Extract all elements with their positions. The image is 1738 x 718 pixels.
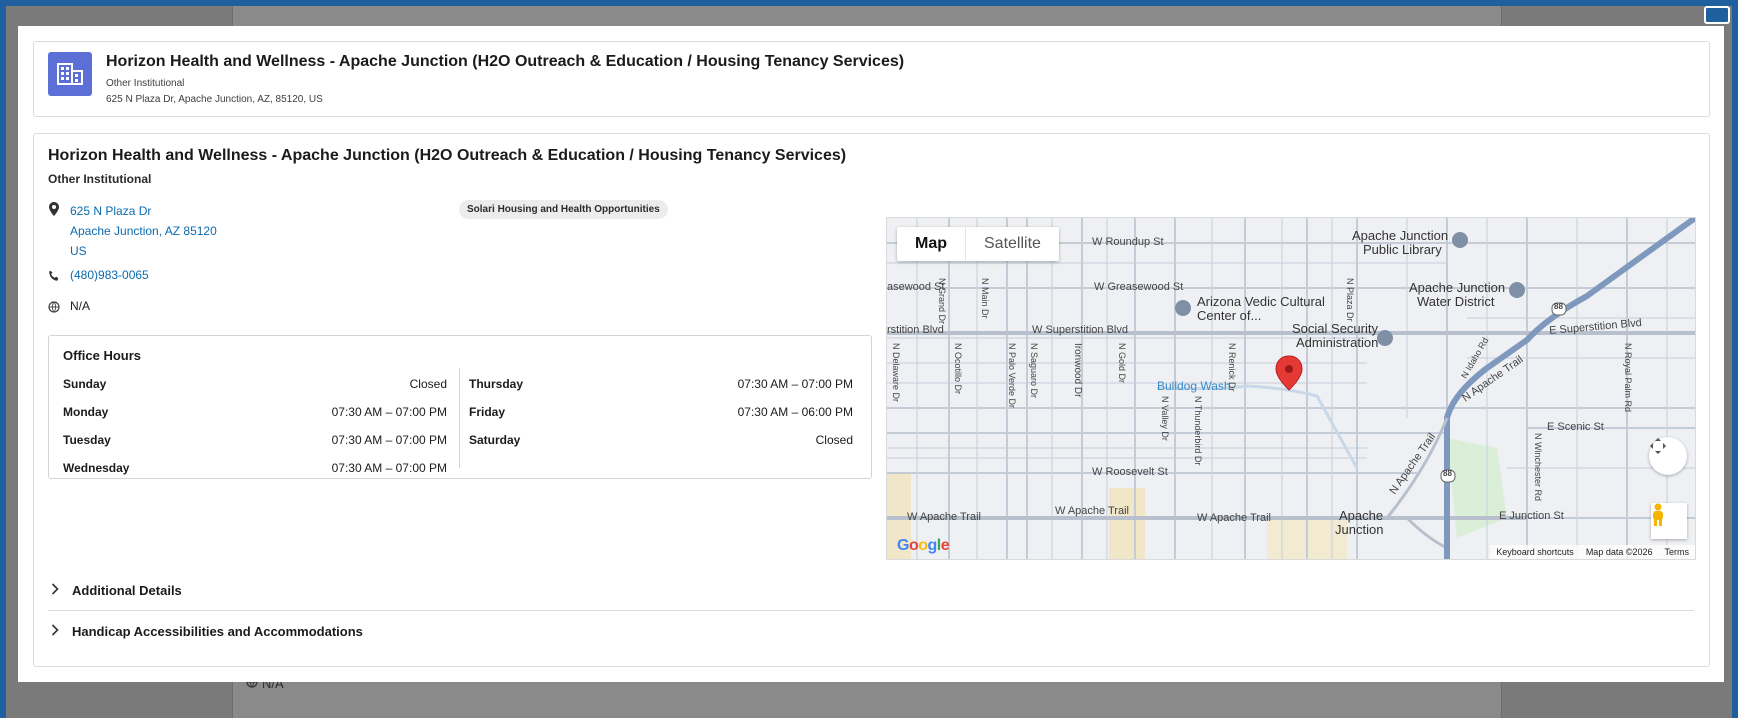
additional-details-toggle[interactable]: Additional Details — [48, 570, 1694, 610]
street-view-pegman-icon[interactable] — [1651, 503, 1687, 539]
terms-link[interactable]: Terms — [1665, 547, 1690, 557]
hours-row-sunday: Sunday Closed — [63, 377, 447, 391]
facility-modal: Horizon Health and Wellness - Apache Jun… — [18, 26, 1724, 682]
header-type: Other Institutional — [106, 78, 185, 89]
map-label-roundup: W Roundup St — [1092, 236, 1164, 248]
keyboard-shortcuts-link[interactable]: Keyboard shortcuts — [1496, 547, 1574, 557]
detail-title: Horizon Health and Wellness - Apache Jun… — [48, 147, 847, 164]
location-map[interactable]: 88 88 Map Satellite W Roundup St Apache … — [886, 217, 1696, 560]
hours-row-thursday: Thursday 07:30 AM – 07:00 PM — [469, 377, 853, 391]
hours-column-right: Thursday 07:30 AM – 07:00 PM Friday 07:30 … — [469, 370, 853, 454]
chevron-right-icon — [48, 623, 62, 639]
map-tab[interactable]: Map — [897, 227, 965, 261]
website-row: N/A — [48, 299, 90, 314]
map-data-attribution: Map data ©2026 — [1585, 547, 1653, 557]
office-hours-title: Office Hours — [63, 348, 142, 363]
hours-row-friday: Friday 07:30 AM – 06:00 PM — [469, 405, 853, 419]
google-logo: Google — [897, 537, 950, 554]
address-row: 625 N Plaza Dr Apache Junction, AZ 85120… — [48, 201, 217, 261]
satellite-tab[interactable]: Satellite — [965, 227, 1059, 261]
hours-row-tuesday: Tuesday 07:30 AM – 07:00 PM — [63, 433, 447, 447]
location-pin-icon — [48, 202, 60, 216]
phone-row: (480)983-0065 — [48, 268, 149, 283]
phone-icon — [48, 269, 60, 283]
office-hours: Office Hours Sunday Closed Monday 07:30 AM… — [48, 335, 872, 479]
building-icon — [48, 52, 92, 96]
globe-icon — [48, 300, 60, 314]
address-link[interactable]: 625 N Plaza Dr Apache Junction, AZ 85120… — [70, 201, 217, 261]
program-badge: Solari Housing and Health Opportunities — [459, 200, 668, 219]
hours-divider — [459, 368, 460, 468]
map-footer: Keyboard shortcuts Map data ©2026 Terms — [1490, 545, 1695, 559]
chevron-right-icon — [48, 582, 62, 598]
phone-link[interactable]: (480)983-0065 — [70, 268, 149, 282]
handicap-accessibilities-toggle[interactable]: Handicap Accessibilities and Accommodati… — [48, 611, 1694, 651]
map-type-toggle: Map Satellite — [897, 227, 1059, 261]
hours-column-left: Sunday Closed Monday 07:30 AM – 07:00 PM T… — [63, 370, 447, 482]
hours-row-saturday: Saturday Closed — [469, 433, 853, 447]
header-address: 625 N Plaza Dr, Apache Junction, AZ, 851… — [106, 94, 323, 105]
hours-row-monday: Monday 07:30 AM – 07:00 PM — [63, 405, 447, 419]
window-icon[interactable] — [1704, 6, 1730, 24]
header-title: Horizon Health and Wellness - Apache Jun… — [106, 53, 905, 70]
facility-details: Horizon Health and Wellness - Apache Jun… — [33, 133, 1710, 667]
website-value: N/A — [70, 299, 91, 313]
facility-header: Horizon Health and Wellness - Apache Jun… — [33, 41, 1710, 117]
fullscreen-icon[interactable] — [1649, 437, 1687, 475]
hours-row-wednesday: Wednesday 07:30 AM – 07:00 PM — [63, 461, 447, 475]
detail-type: Other Institutional — [48, 172, 152, 186]
